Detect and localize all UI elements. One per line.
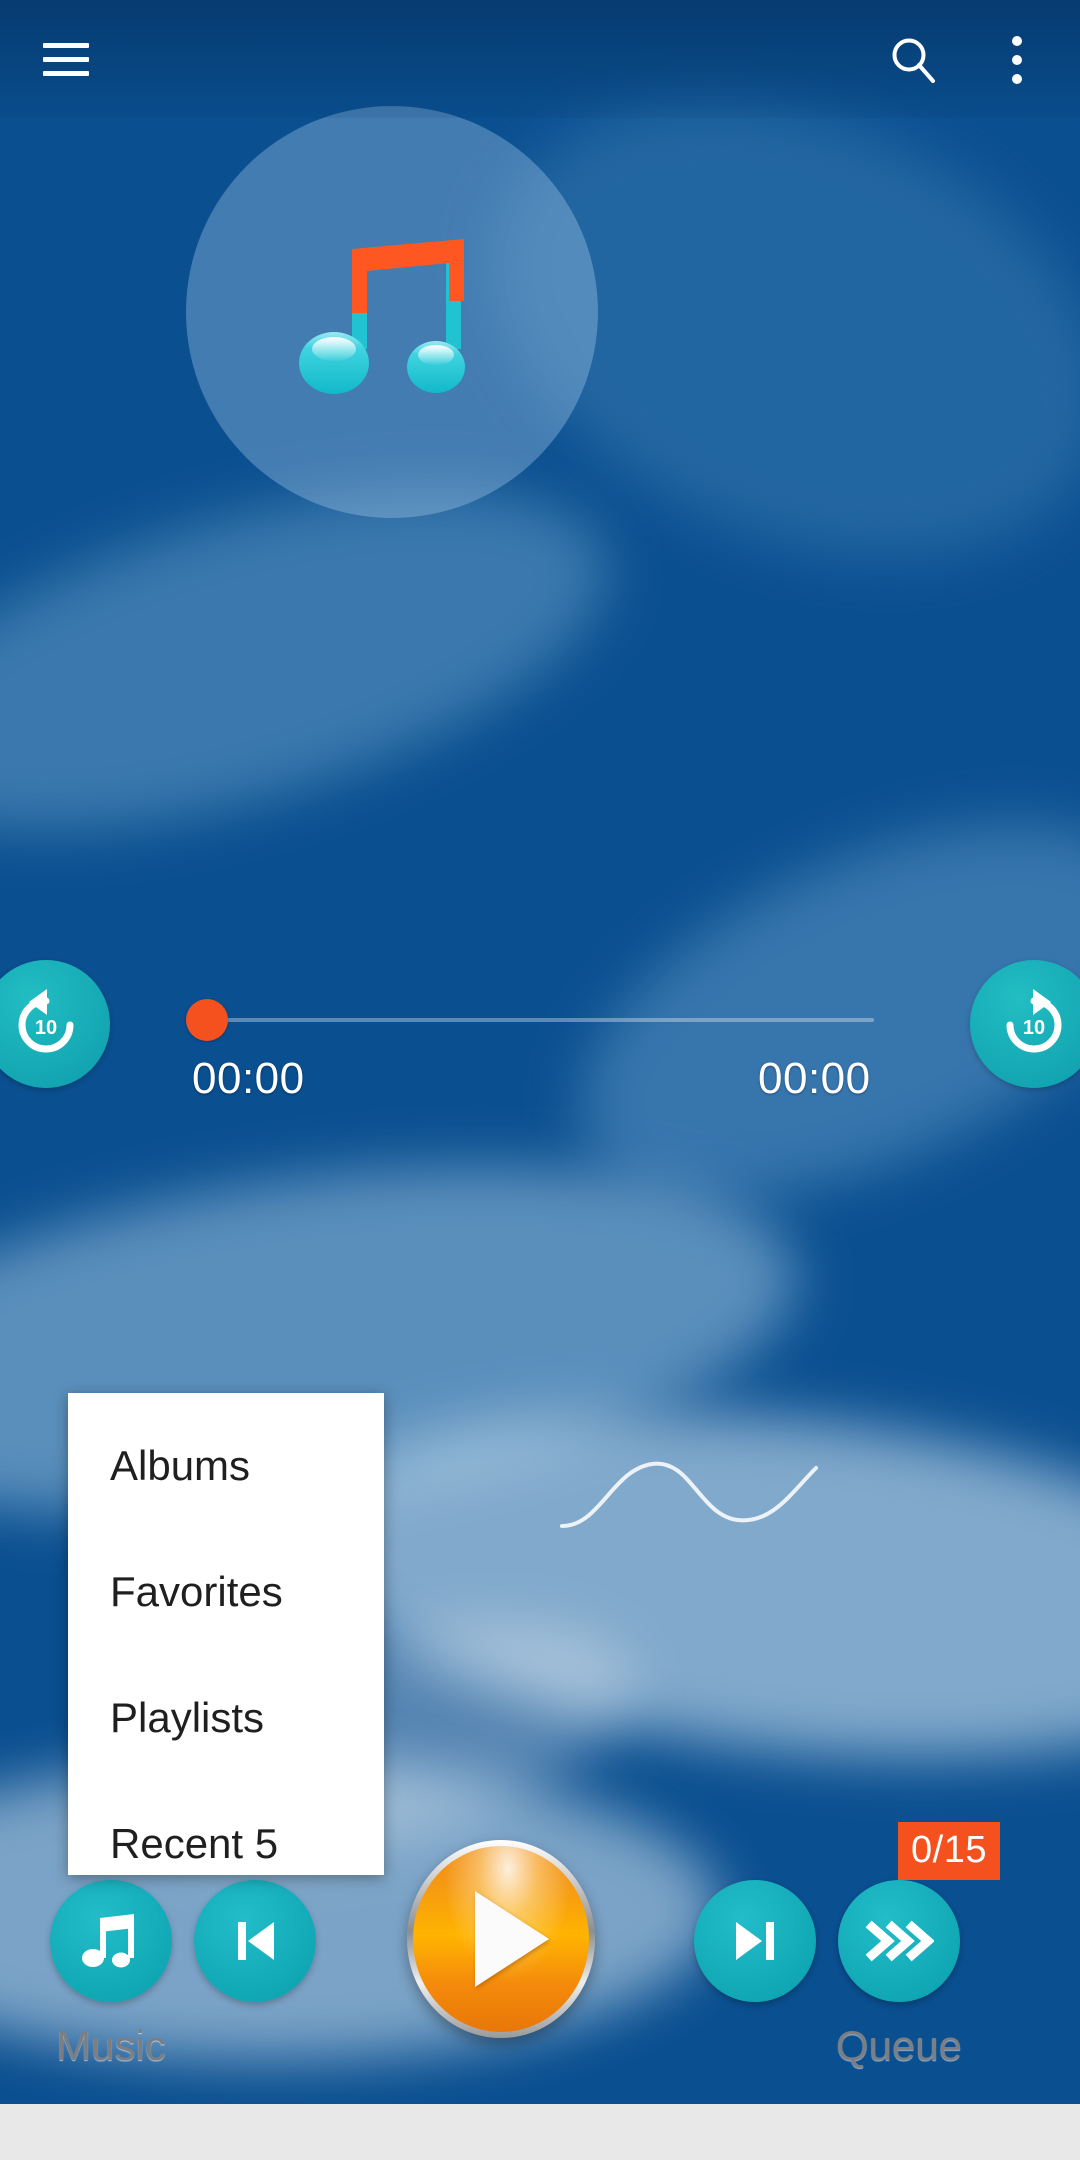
queue-button[interactable] [838,1880,960,2002]
play-icon [475,1891,549,1987]
replay-10-glyph: 10 [18,989,74,1053]
search-glyph [892,38,935,83]
menu-item-label: Favorites [110,1568,283,1615]
top-app-bar [0,0,1080,118]
elapsed-time-label: 00:00 [192,1054,305,1103]
menu-item-label: Recent 5 [110,1820,279,1867]
overflow-popup-menu[interactable]: Albums Favorites Playlists Recent 5 [68,1393,384,1875]
forward-10-icon[interactable]: 10 [970,960,1080,1088]
replay-seconds-label: 10 [35,1017,57,1039]
queue-label: Queue [835,2022,963,2069]
music-note-icon [82,1914,134,1968]
forward-seconds-label: 10 [1023,1017,1045,1039]
seek-section: 10 00:00 00:00 10 [0,950,1080,1140]
hamburger-menu-icon[interactable] [20,14,112,106]
overflow-dots-glyph [1012,36,1022,84]
menu-item-label: Albums [110,1442,251,1489]
replay-10-icon[interactable]: 10 [0,960,110,1088]
system-navigation-strip [0,2104,1080,2160]
play-button-face [413,1846,589,2032]
menu-item-label: Playlists [110,1694,265,1741]
album-art-placeholder[interactable] [186,106,598,518]
seek-bar-thumb[interactable] [186,999,228,1041]
triple-chevron-right-icon [865,1920,934,1962]
seek-bar-track[interactable] [198,1018,874,1022]
forward-10-glyph: 10 [1006,989,1062,1053]
skip-previous-icon [238,1922,274,1960]
music-library-label: Music [56,2022,166,2069]
menu-item-playlists[interactable]: Playlists [68,1655,384,1781]
play-button[interactable] [407,1840,595,2038]
search-icon[interactable] [868,14,960,106]
queue-count-badge: 0/15 [898,1822,1000,1880]
menu-item-favorites[interactable]: Favorites [68,1529,384,1655]
next-track-button[interactable] [694,1880,816,2002]
menu-item-recent-5[interactable]: Recent 5 [68,1781,384,1907]
more-vertical-icon[interactable] [976,14,1058,106]
total-time-label: 00:00 [758,1054,871,1103]
skip-next-icon [736,1922,774,1960]
music-note-icon [299,238,465,394]
hamburger-glyph [43,43,89,77]
music-player-screen: 10 00:00 00:00 10 Albums Favorites Playl… [0,0,1080,2160]
menu-item-albums[interactable]: Albums [68,1403,384,1529]
